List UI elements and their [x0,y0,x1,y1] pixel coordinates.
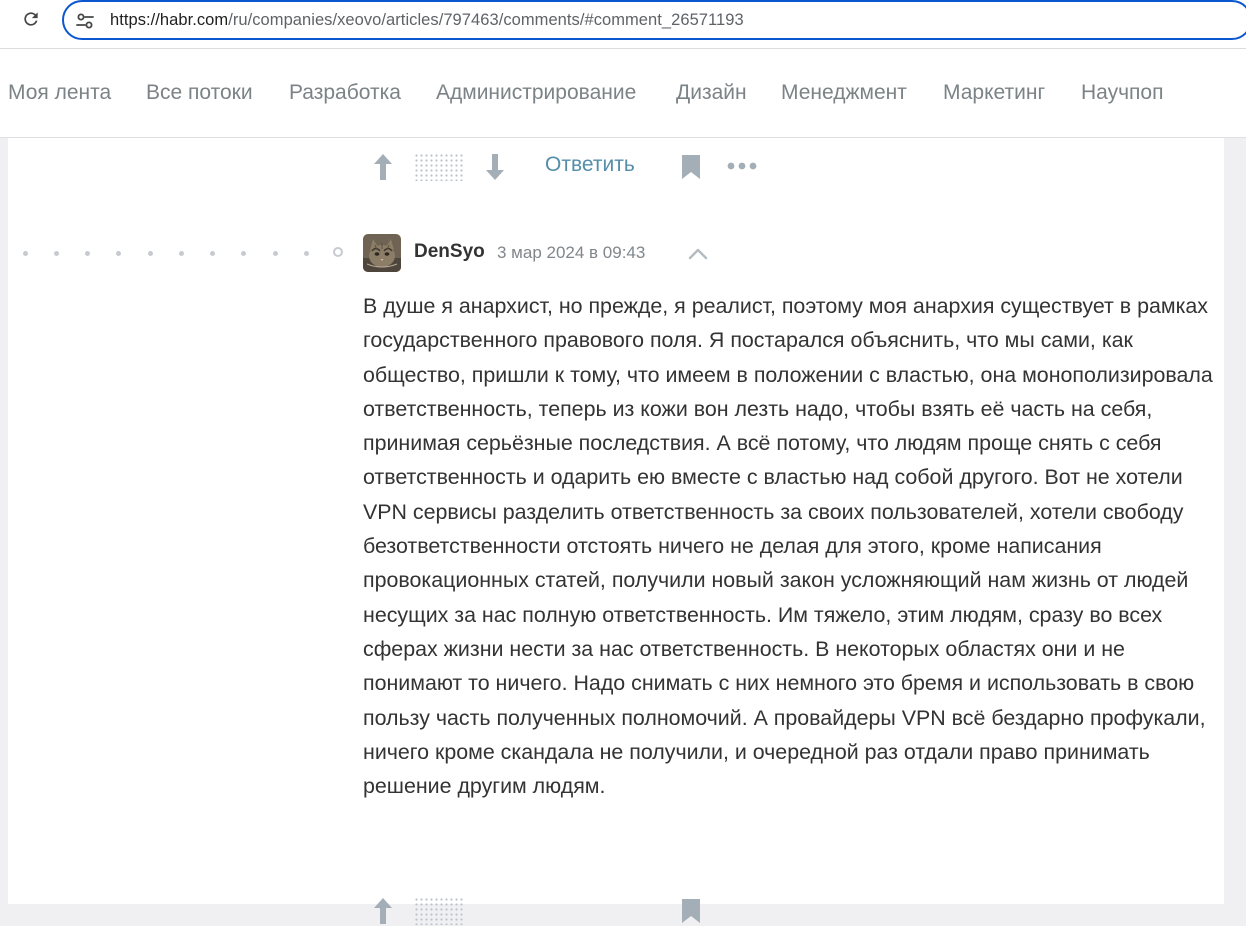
arrow-up-icon[interactable] [372,896,394,926]
thread-dot [304,251,309,256]
url-path: /ru/companies/xeovo/articles/797463/comm… [228,11,744,29]
reply-button[interactable]: Ответить [545,153,635,177]
thread-dot [179,251,184,256]
comments-card: Ответить DenSyo 3 мар 2024 в 09:43 В душ… [8,138,1224,925]
more-icon[interactable] [724,158,760,174]
thread-dot-current [333,247,343,257]
nav-item-all-streams[interactable]: Все потоки [146,81,253,105]
thread-dot [273,251,278,256]
nav-item-administration[interactable]: Администрирование [436,81,636,105]
bookmark-icon[interactable] [680,896,702,926]
url-text[interactable]: https://habr.com/ru/companies/xeovo/arti… [110,11,744,30]
avatar[interactable] [363,234,401,272]
thread-dot [241,251,246,256]
browser-toolbar: https://habr.com/ru/companies/xeovo/arti… [0,0,1246,49]
nav-item-development[interactable]: Разработка [289,81,401,105]
habr-nav: Моя лента Все потоки Разработка Админист… [0,49,1246,138]
thread-dot [210,251,215,256]
arrow-down-icon[interactable] [484,152,506,182]
thread-dot [23,251,28,256]
nav-item-management[interactable]: Менеджмент [781,81,907,105]
url-domain: https://habr.com [110,11,229,29]
rating-hidden-icon [413,152,465,182]
arrow-up-icon[interactable] [372,152,394,182]
thread-dot [54,251,59,256]
address-bar[interactable]: https://habr.com/ru/companies/xeovo/arti… [62,0,1246,40]
nav-item-my-feed[interactable]: Моя лента [8,81,111,105]
comment-text: В душе я анархист, но прежде, я реалист,… [363,294,1213,799]
thread-dot [116,251,121,256]
bookmark-icon[interactable] [680,152,702,182]
chevron-up-icon[interactable] [686,242,710,266]
nav-item-design[interactable]: Дизайн [676,81,747,105]
comment-author[interactable]: DenSyo [414,241,485,263]
thread-dot [85,251,90,256]
site-info-icon[interactable] [74,10,96,32]
thread-dot [148,251,153,256]
rating-hidden-icon [413,896,465,926]
comment-timestamp[interactable]: 3 мар 2024 в 09:43 [497,243,645,263]
nav-item-marketing[interactable]: Маркетинг [943,81,1045,105]
nav-item-popsci[interactable]: Научпоп [1081,81,1163,105]
reload-icon[interactable] [18,6,44,32]
